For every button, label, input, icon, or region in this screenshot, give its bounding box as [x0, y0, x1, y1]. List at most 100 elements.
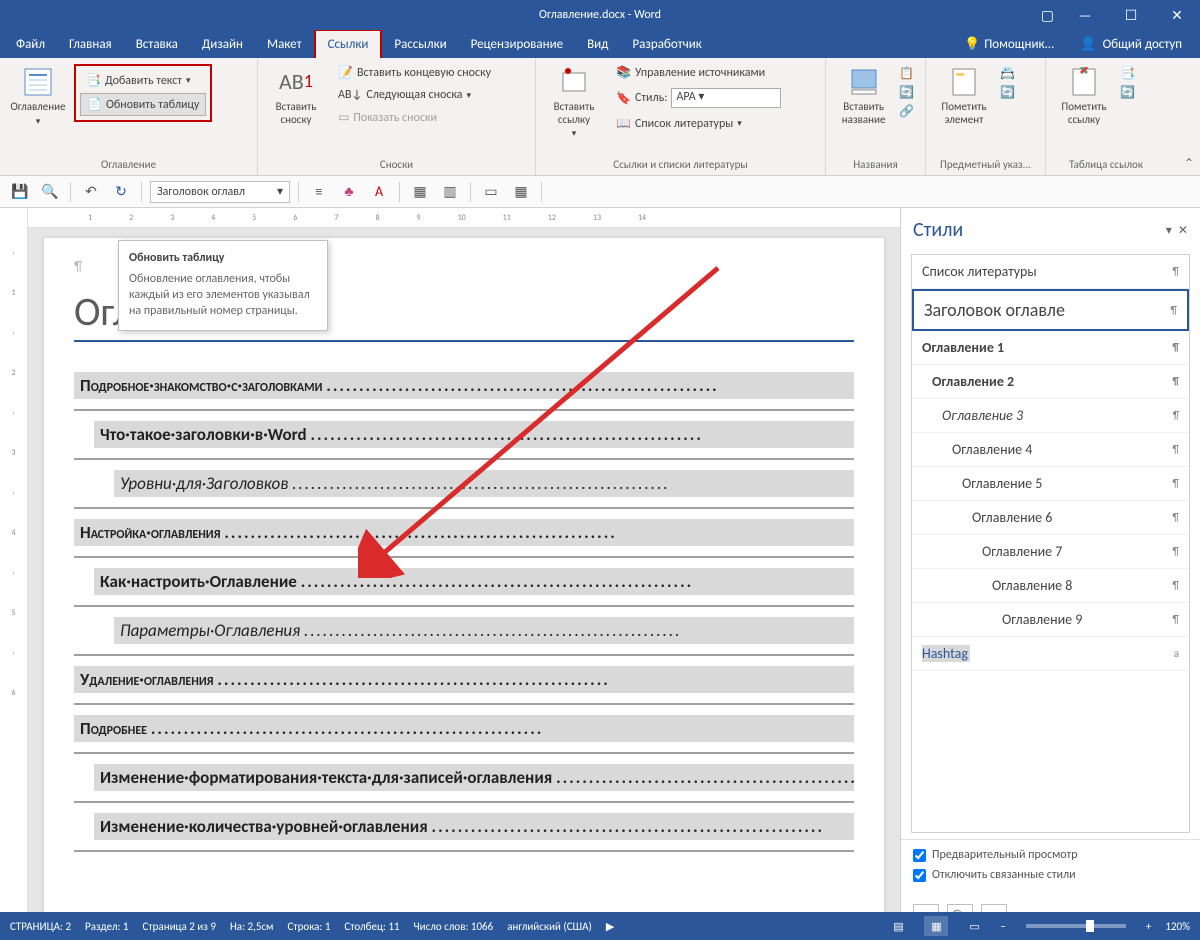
group-captions: Вставить название 📋 🔄 🔗 Названия — [826, 58, 926, 175]
redo-button[interactable]: ↻ — [109, 180, 133, 204]
status-macro-icon[interactable]: ▶ — [606, 920, 614, 933]
tab-review[interactable]: Рецензирование — [459, 31, 575, 58]
insert-citation-button[interactable]: Вставить ссылку ▾ — [542, 62, 606, 156]
style-row[interactable]: Hashtaga — [912, 637, 1189, 671]
insert-footnote-button[interactable]: AB1 Вставить сноску — [264, 62, 328, 156]
ribbon-options-icon[interactable]: ▢ — [1041, 7, 1054, 24]
mark-citation-button[interactable]: Пометить ссылку — [1052, 62, 1116, 156]
tab-design[interactable]: Дизайн — [190, 31, 255, 58]
tab-insert[interactable]: Вставка — [124, 31, 190, 58]
bulb-icon: 💡 — [964, 37, 980, 52]
style-row[interactable]: Оглавление 7¶ — [912, 535, 1189, 569]
close-button[interactable]: ✕ — [1154, 0, 1200, 30]
zoom-value[interactable]: 120% — [1165, 920, 1190, 933]
insert-table-figures-icon[interactable]: 📋 — [899, 66, 919, 81]
ribbon: Оглавление ▾ 📑 Добавить текст ▾ 📄 Обнови… — [0, 58, 1200, 176]
group-citations: Вставить ссылку ▾ 📚Управление источникам… — [536, 58, 826, 175]
tell-me[interactable]: 💡 Помощник... — [952, 31, 1066, 58]
update-index-icon[interactable]: 🔄 — [1000, 85, 1020, 100]
preview-checkbox[interactable]: Предварительный просмотр — [913, 848, 1188, 862]
minimize-button[interactable]: — — [1062, 0, 1108, 30]
toc-entry[interactable]: Изменение·форматирования·текста·для·запи… — [94, 764, 854, 791]
style-row[interactable]: Оглавление 9¶ — [912, 603, 1189, 637]
style-row[interactable]: Заголовок оглавле¶ — [912, 289, 1189, 331]
citation-style-select[interactable]: APA ▾ — [671, 88, 781, 108]
tab-references[interactable]: Ссылки — [314, 29, 383, 58]
status-lang[interactable]: английский (США) — [507, 920, 592, 933]
tab-view[interactable]: Вид — [575, 31, 620, 58]
toc-button[interactable]: Оглавление ▾ — [6, 62, 70, 156]
view-print-icon[interactable]: ▦ — [924, 916, 948, 936]
status-at[interactable]: На: 2,5см — [230, 920, 274, 933]
status-line[interactable]: Строка: 1 — [288, 920, 331, 933]
document-area[interactable]: 1234567891011121314 Обновить таблицу Обн… — [28, 208, 900, 938]
insert-toa-icon[interactable]: 📑 — [1120, 66, 1140, 81]
toc-entry[interactable]: Параметры·Оглавления ...................… — [114, 617, 854, 644]
show-footnotes-button[interactable]: ▭Показать сноски — [332, 107, 497, 128]
ql-btn-6[interactable]: ▭ — [479, 180, 503, 204]
manage-sources-button[interactable]: 📚Управление источниками — [610, 62, 787, 83]
status-col[interactable]: Столбец: 11 — [344, 920, 399, 933]
share-button[interactable]: 👤 Общий доступ — [1066, 31, 1196, 58]
tab-mailings[interactable]: Рассылки — [382, 31, 458, 58]
style-row[interactable]: Оглавление 5¶ — [912, 467, 1189, 501]
add-text-button[interactable]: 📑 Добавить текст ▾ — [80, 70, 206, 91]
collapse-ribbon-icon[interactable]: ⌃ — [1184, 156, 1194, 171]
style-picker[interactable]: Заголовок оглавл▾ — [150, 181, 290, 203]
endnote-icon: 📝 — [338, 65, 353, 80]
disable-linked-checkbox[interactable]: Отключить связанные стили — [913, 868, 1188, 882]
pane-close-icon[interactable]: ✕ — [1178, 223, 1188, 238]
update-table-figures-icon[interactable]: 🔄 — [899, 85, 919, 100]
view-read-icon[interactable]: ▤ — [886, 916, 910, 936]
ql-btn-3[interactable]: A — [367, 180, 391, 204]
style-row[interactable]: Оглавление 4¶ — [912, 433, 1189, 467]
ql-btn-7[interactable]: ▦ — [509, 180, 533, 204]
insert-caption-button[interactable]: Вставить название — [832, 62, 895, 156]
tab-home[interactable]: Главная — [57, 31, 124, 58]
status-page[interactable]: СТРАНИЦА: 2 — [10, 920, 71, 933]
style-row[interactable]: Оглавление 2¶ — [912, 365, 1189, 399]
zoom-slider[interactable] — [1026, 924, 1126, 928]
next-footnote-button[interactable]: AB↓Следующая сноска▾ — [332, 85, 497, 105]
toc-entry[interactable]: Подробнее ..............................… — [74, 715, 854, 742]
ql-btn-5[interactable]: ▥ — [438, 180, 462, 204]
style-row[interactable]: Оглавление 1¶ — [912, 331, 1189, 365]
style-row[interactable]: Оглавление 6¶ — [912, 501, 1189, 535]
bibliography-button[interactable]: 📖Список литературы▾ — [610, 113, 787, 134]
ql-btn-1[interactable]: ≡ — [307, 180, 331, 204]
style-row[interactable]: Список литературы¶ — [912, 255, 1189, 289]
view-web-icon[interactable]: ▭ — [962, 916, 986, 936]
tab-layout[interactable]: Макет — [255, 31, 314, 58]
status-section[interactable]: Раздел: 1 — [85, 920, 128, 933]
print-preview-button[interactable]: 🔍 — [38, 180, 62, 204]
status-bar: СТРАНИЦА: 2 Раздел: 1 Страница 2 из 9 На… — [0, 912, 1200, 940]
style-row[interactable]: Оглавление 8¶ — [912, 569, 1189, 603]
mark-citation-icon — [1068, 66, 1100, 98]
mark-entry-icon — [948, 66, 980, 98]
zoom-out-button[interactable]: − — [1000, 920, 1005, 933]
pane-menu-icon[interactable]: ▾ — [1166, 223, 1172, 238]
style-row[interactable]: Оглавление 3¶ — [912, 399, 1189, 433]
save-button[interactable]: 💾 — [8, 180, 32, 204]
toc-entry[interactable]: Удаление·оглавления ....................… — [74, 666, 854, 693]
toc-entry[interactable]: Изменение·количества·уровней·оглавления … — [94, 813, 854, 840]
tab-file[interactable]: Файл — [4, 31, 57, 58]
work-area: ·1·2·3·4·5·6 1234567891011121314 Обновит… — [0, 208, 1200, 938]
cross-ference-icon[interactable]: 🔗 — [899, 104, 919, 119]
style-icon: 🔖 — [616, 91, 631, 106]
mark-entry-button[interactable]: Пометить элемент — [932, 62, 996, 156]
status-words[interactable]: Число слов: 1066 — [414, 920, 494, 933]
update-table-button[interactable]: 📄 Обновить таблицу — [80, 93, 206, 116]
styles-list[interactable]: Список литературы¶Заголовок оглавле¶Огла… — [911, 254, 1190, 833]
zoom-in-button[interactable]: + — [1146, 920, 1151, 933]
status-page-of[interactable]: Страница 2 из 9 — [143, 920, 216, 933]
tooltip: Обновить таблицу Обновление оглавления, … — [118, 240, 328, 331]
insert-index-icon[interactable]: 📇 — [1000, 66, 1020, 81]
maximize-button[interactable]: ☐ — [1108, 0, 1154, 30]
insert-endnote-button[interactable]: 📝Вставить концевую сноску — [332, 62, 497, 83]
tab-developer[interactable]: Разработчик — [620, 31, 713, 58]
ql-btn-4[interactable]: ▦ — [408, 180, 432, 204]
update-toa-icon[interactable]: 🔄 — [1120, 85, 1140, 100]
ql-btn-2[interactable]: ♣ — [337, 180, 361, 204]
undo-button[interactable]: ↶ — [79, 180, 103, 204]
